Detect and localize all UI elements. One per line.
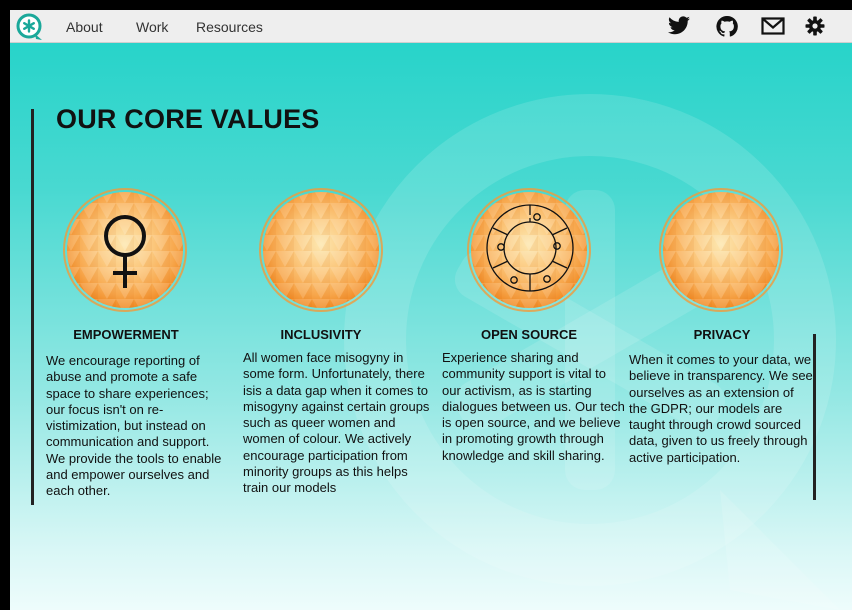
left-divider	[31, 109, 34, 505]
value-body-inclusivity: All women face misogyny in some form. Un…	[243, 350, 430, 496]
value-body-empowerment: We encourage reporting of abuse and prom…	[46, 353, 222, 499]
github-icon[interactable]	[715, 15, 739, 37]
mail-icon[interactable]	[761, 15, 785, 37]
inclusivity-orb	[258, 187, 384, 313]
empowerment-orb	[62, 187, 188, 313]
logo-icon[interactable]	[16, 13, 44, 41]
page-title: OUR CORE VALUES	[56, 104, 320, 134]
privacy-orb	[658, 187, 784, 313]
value-title-privacy: PRIVACY	[693, 327, 751, 342]
nav-link-work[interactable]: Work	[136, 19, 168, 35]
settings-icon[interactable]	[803, 15, 827, 37]
value-body-open-source: Experience sharing and community support…	[442, 350, 625, 463]
open-source-orb	[466, 187, 592, 313]
value-body-privacy: When it comes to your data, we believe i…	[629, 352, 813, 465]
twitter-icon[interactable]	[667, 15, 691, 37]
value-title-open-source: OPEN SOURCE	[480, 327, 578, 342]
right-divider	[813, 334, 816, 500]
page: About Work Resources OUR CORE VALUES EMP…	[10, 10, 852, 610]
screen-frame: About Work Resources OUR CORE VALUES EMP…	[0, 0, 852, 610]
nav-link-resources[interactable]: Resources	[196, 19, 263, 35]
nav-link-about[interactable]: About	[66, 19, 103, 35]
value-title-empowerment: EMPOWERMENT	[73, 327, 179, 342]
value-title-inclusivity: INCLUSIVITY	[280, 327, 362, 342]
navbar: About Work Resources	[10, 10, 852, 43]
